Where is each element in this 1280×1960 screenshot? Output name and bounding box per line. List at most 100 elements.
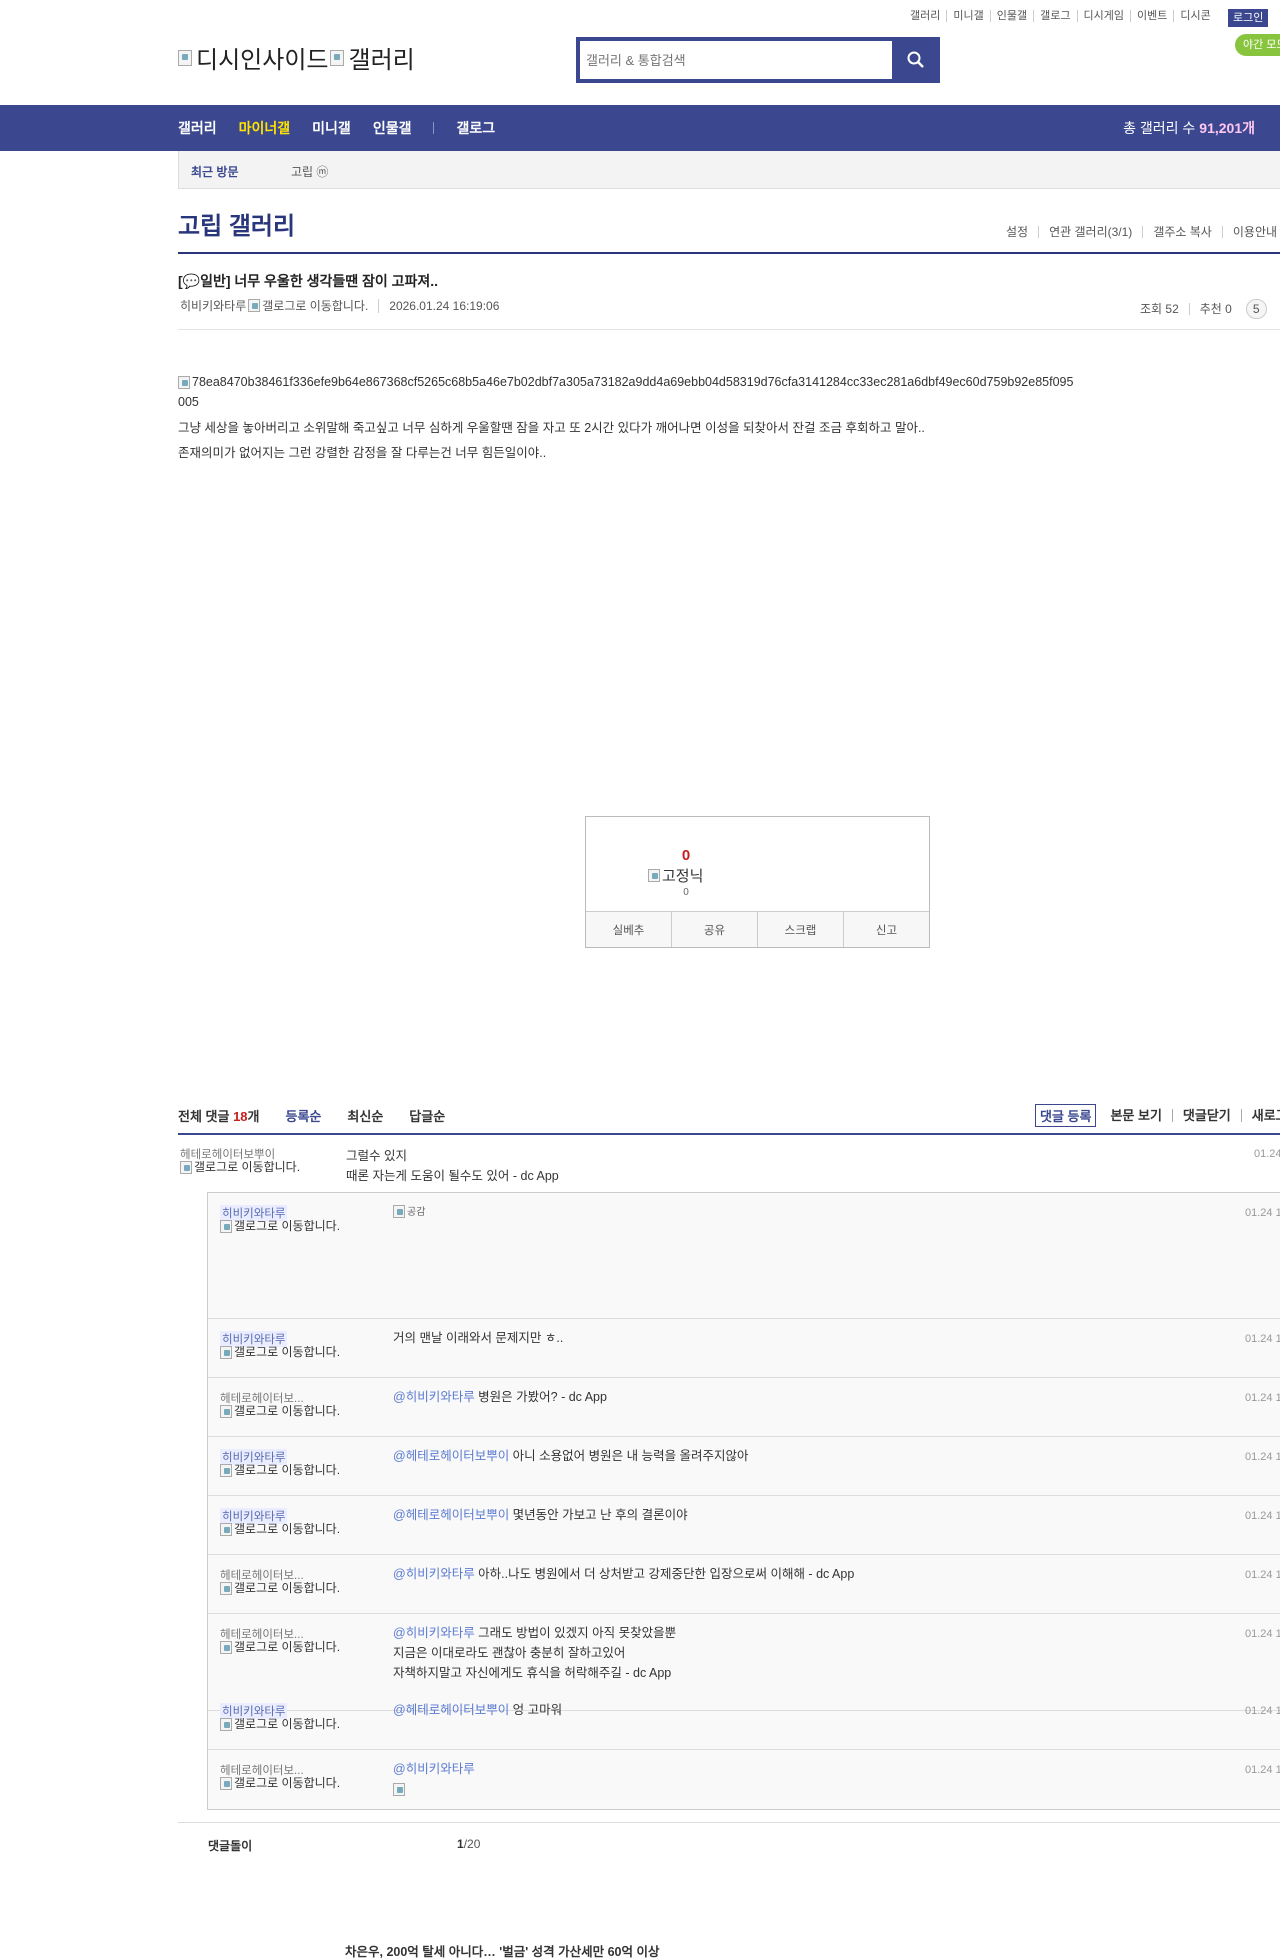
util-link-gallery[interactable]: 갤러리 [904, 10, 946, 22]
logo-text-dcinside: 디시인사이드 [196, 47, 329, 74]
search-input[interactable] [586, 47, 906, 73]
reply-mention[interactable]: @히비키와타루 [393, 1762, 475, 1776]
reply-gallog-link[interactable]: 갤로그로 이동합니다. [220, 1346, 350, 1360]
recent-visit-label[interactable]: 최근 방문 [191, 163, 239, 180]
refresh-comments-button[interactable]: 새로고침 [1240, 1109, 1280, 1122]
sort-registered[interactable]: 등록순 [286, 1106, 322, 1125]
view-body-button[interactable]: 본문 보기 [1100, 1109, 1171, 1122]
login-button[interactable]: 로그인 [1228, 9, 1269, 27]
fixed-nick-recommend[interactable]: 고정닉 [648, 865, 703, 886]
share-button[interactable]: 공유 [671, 912, 757, 947]
post-author[interactable]: 히비키와타루 [180, 297, 246, 314]
site-logo[interactable]: 디시인사이드 갤러리 [178, 40, 415, 75]
comment-page-current[interactable]: 1 [457, 1837, 464, 1851]
reply-gallog-link[interactable]: 갤로그로 이동합니다. [220, 1220, 350, 1234]
post-body-line: 존재의미가 없어지는 그런 강렬한 감정을 잘 다루는건 너무 힘든일이야.. [178, 446, 547, 460]
post-author-gallog[interactable]: 갤로그로 이동합니다. [262, 297, 368, 314]
comment-total-count: 18 [233, 1109, 248, 1124]
reply-mention[interactable]: @헤테로헤이터보뿌이 [393, 1508, 509, 1522]
reply-divider [208, 1495, 1280, 1496]
comment-total: 전체 댓글 18개 [178, 1109, 260, 1124]
nav-gallog[interactable]: 갤로그 [456, 118, 495, 138]
sort-latest[interactable]: 최신순 [347, 1106, 383, 1125]
broken-image-icon [330, 49, 345, 66]
reply-date: 01.24 16:31:02 [1245, 1764, 1280, 1776]
reply-text: @히비키와타루 [393, 1759, 475, 1799]
reply-mention[interactable]: @히비키와타루 [393, 1626, 475, 1640]
reply-gallog-link[interactable]: 갤로그로 이동합니다. [220, 1582, 350, 1596]
comment-actions: 댓글 등록 본문 보기 댓글닫기 새로고침 [1035, 1104, 1280, 1127]
reply-text: @헤테로헤이터보뿌이 아니 소용없어 병원은 내 능력을 올려주지않아 [393, 1449, 749, 1463]
gallery-option-guide[interactable]: 이용안내 [1221, 226, 1280, 238]
recommend-box: 0 고정닉 0 실베추 공유 스크랩 신고 [585, 816, 930, 948]
post-image-alt: 78ea8470b38461f336efe9b64e867368cf5265c6… [178, 375, 1074, 409]
comment-text: 그럴수 있지 때론 자는게 도움이 될수도 있어 - dc App [346, 1149, 559, 1183]
reply-text: 거의 맨날 이래와서 문제지만 ㅎ.. [393, 1331, 564, 1345]
util-link-gallog[interactable]: 갤로그 [1033, 10, 1076, 22]
gallery-option-related[interactable]: 연관 갤러리(3/1) [1038, 226, 1142, 238]
recent-visit-item[interactable]: 고립 ⓜ [291, 163, 328, 180]
search-box [576, 37, 940, 83]
broken-image-icon [393, 1205, 405, 1219]
reply-date: 01.24 16:26:03 [1245, 1392, 1280, 1404]
reply-mention[interactable]: @히비키와타루 [393, 1567, 475, 1581]
comment-date: 01.24 16:23:50 [1254, 1148, 1280, 1160]
logo-text-gallery: 갤러리 [348, 47, 415, 74]
scrap-button[interactable]: 스크랩 [757, 912, 843, 947]
reply-gallog-link[interactable]: 갤로그로 이동합니다. [220, 1718, 350, 1732]
nav-person-gallery[interactable]: 인물갤 [373, 118, 412, 138]
reply-gallog-link[interactable]: 갤로그로 이동합니다. [220, 1641, 350, 1655]
post-date: 2026.01.24 16:19:06 [378, 298, 499, 313]
reply-mention[interactable]: @히비키와타루 [393, 1390, 475, 1404]
util-link-event[interactable]: 이벤트 [1129, 10, 1173, 22]
nav-gallery[interactable]: 갤러리 [178, 118, 217, 138]
comment-item: 헤테로헤이터보뿌이 갤로그로 이동합니다. 그럴수 있지 때론 자는게 도움이 … [178, 1146, 1280, 1192]
post-body-line: 그냥 세상을 놓아버리고 소위말해 죽고싶고 너무 심하게 우울할땐 잠을 자고… [178, 421, 925, 435]
reply-gallog-link[interactable]: 갤로그로 이동합니다. [220, 1405, 350, 1419]
reply-divider [208, 1318, 1280, 1319]
comment-gallog-link[interactable]: 갤로그로 이동합니다. [180, 1161, 310, 1175]
comment-page-total: /20 [463, 1837, 481, 1851]
gallery-option-settings[interactable]: 설정 [996, 226, 1038, 238]
broken-image-icon [393, 1783, 405, 1797]
report-button[interactable]: 신고 [843, 912, 929, 947]
reply-mention[interactable]: @헤테로헤이터보뿌이 [393, 1449, 509, 1463]
reply-gallog-link[interactable]: 갤로그로 이동합니다. [220, 1777, 350, 1791]
comment-fold-button[interactable]: 댓글돌이 [208, 1837, 252, 1854]
main-nav: 갤러리 마이너갤 미니갤 인물갤 갤로그 총 갤러리 수 91,201개 [0, 105, 1280, 151]
nav-minor-gallery[interactable]: 마이너갤 [239, 118, 291, 138]
broken-image-icon [180, 1161, 192, 1175]
broken-image-icon [220, 1718, 232, 1732]
reply-gallog-link[interactable]: 갤로그로 이동합니다. [220, 1523, 350, 1537]
real-best-button[interactable]: 실베추 [586, 912, 671, 947]
broken-image-icon [220, 1641, 232, 1655]
gallery-total: 총 갤러리 수 91,201개 [1123, 105, 1255, 151]
reply-dccon: 공감 [393, 1201, 425, 1223]
reply-mention[interactable]: @헤테로헤이터보뿌이 [393, 1703, 509, 1717]
recommend-actions: 실베추 공유 스크랩 신고 [586, 911, 929, 947]
reply-gallog-link[interactable]: 갤로그로 이동합니다. [220, 1464, 350, 1478]
gallery-total-value: 91,201개 [1199, 120, 1255, 136]
util-link-person[interactable]: 인물갤 [989, 10, 1033, 22]
meta-divider [178, 329, 1280, 330]
nav-mini-gallery[interactable]: 미니갤 [312, 118, 351, 138]
broken-image-icon [220, 1346, 232, 1360]
post-comment-count[interactable]: 5 [1245, 299, 1267, 319]
util-link-mini[interactable]: 미니갤 [946, 10, 989, 22]
night-mode-button[interactable]: 야간 모드 [1235, 34, 1280, 56]
post-views: 조회 52 [1140, 302, 1179, 316]
post-body: 78ea8470b38461f336efe9b64e867368cf5265c6… [178, 372, 1078, 466]
gallery-title[interactable]: 고립 갤러리 [178, 206, 295, 241]
util-link-game[interactable]: 디시게임 [1076, 10, 1130, 22]
sort-replies[interactable]: 답글순 [409, 1106, 445, 1125]
reply-text: @히비키와타루 병원은 가봤어? - dc App [393, 1390, 607, 1404]
post-title: [💬일반] 너무 우울한 생각들땐 잠이 고파져.. [178, 273, 439, 289]
close-comments-button[interactable]: 댓글닫기 [1171, 1109, 1241, 1122]
util-link-dccon[interactable]: 디시콘 [1173, 10, 1216, 22]
comment-register-button[interactable]: 댓글 등록 [1035, 1104, 1097, 1127]
search-icon [907, 51, 924, 68]
gallery-option-copy-url[interactable]: 갤주소 복사 [1142, 226, 1222, 238]
reply-date: 01.24 16:26:40 [1245, 1451, 1280, 1463]
news-headline[interactable]: 차은우, 200억 탈세 아니다… '벌금' 성격 가산세만 60억 이상 [345, 1941, 659, 1960]
search-button[interactable] [892, 37, 940, 83]
